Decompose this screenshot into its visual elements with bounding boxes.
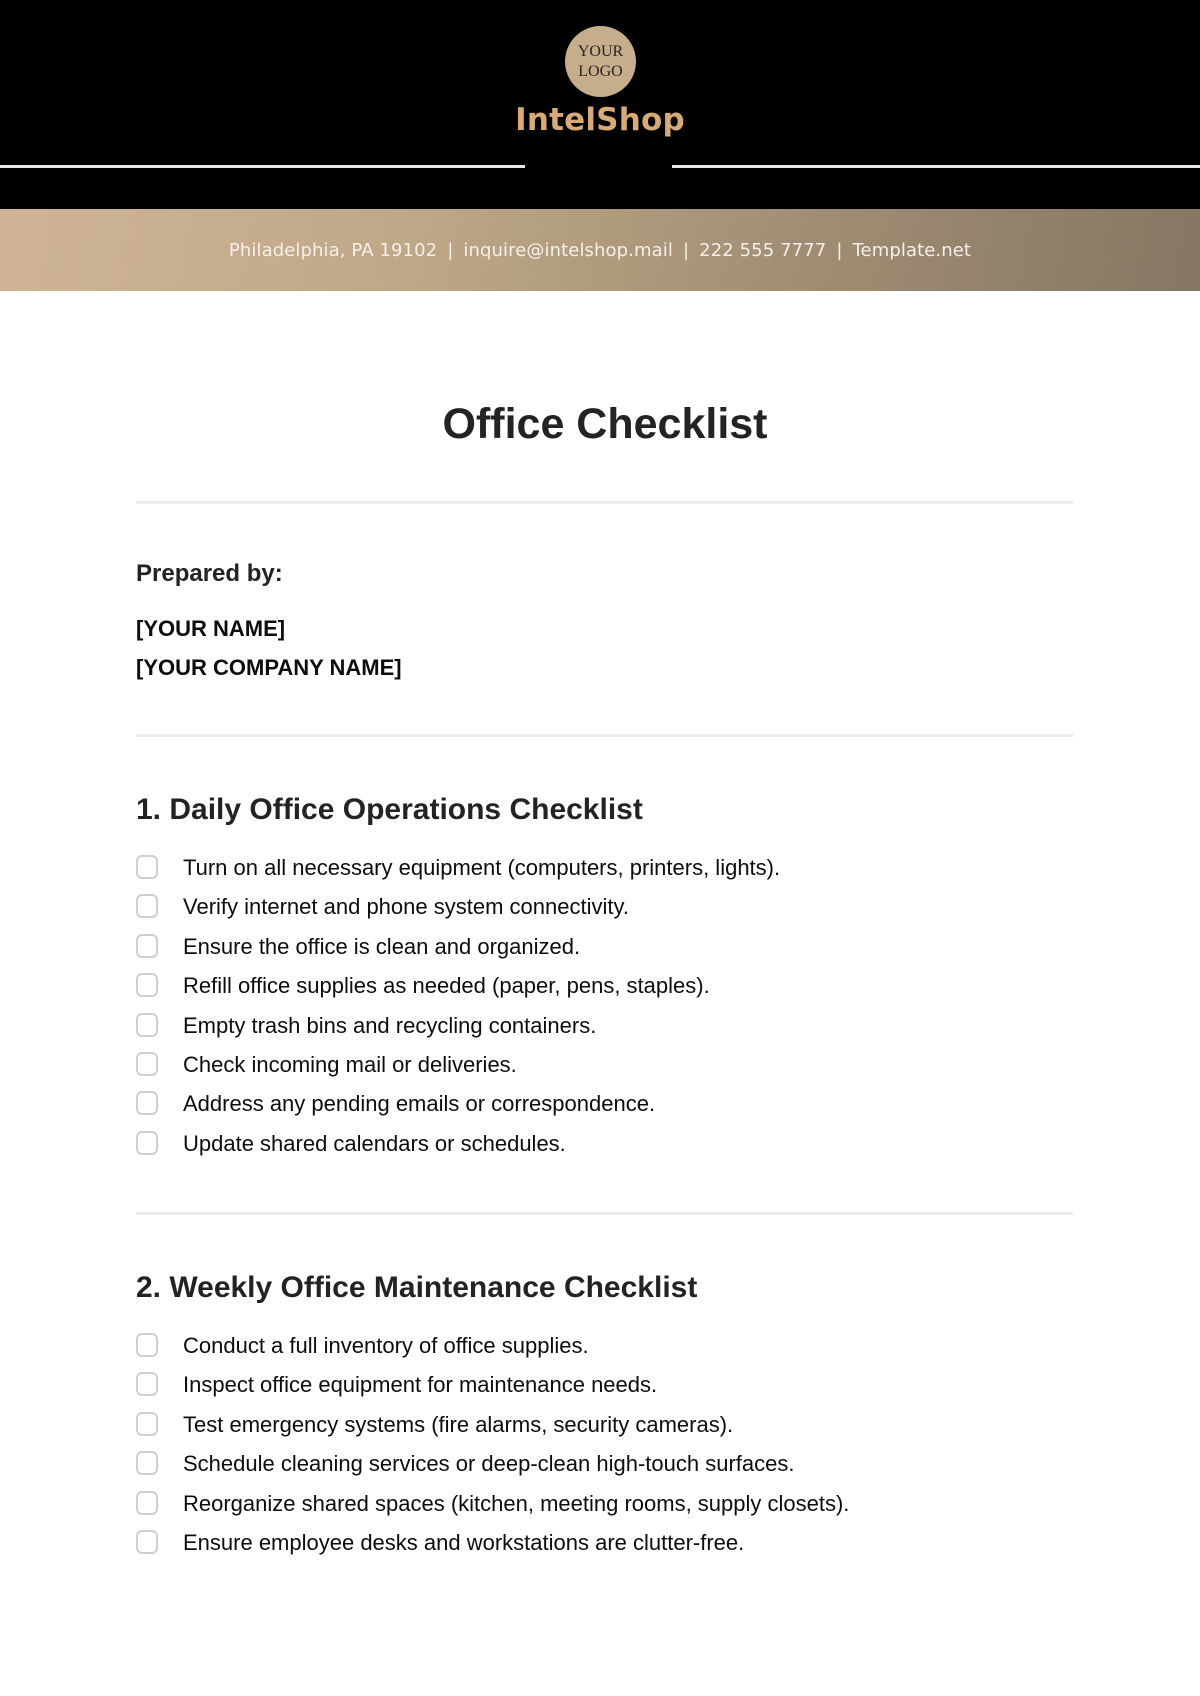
logo-line-1: YOUR: [577, 42, 624, 60]
divider: [136, 1212, 1073, 1215]
checklist-item-text: Turn on all necessary equipment (compute…: [183, 855, 781, 880]
checkbox[interactable]: [136, 855, 158, 879]
checklist-item-text: Schedule cleaning services or deep-clean…: [183, 1451, 795, 1477]
checklist-item[interactable]: Conduct a full inventory of office suppl…: [136, 1333, 1096, 1372]
contact-separator: |: [836, 239, 843, 261]
checklist-item[interactable]: Check incoming mail or deliveries.: [136, 1051, 1096, 1091]
checkbox[interactable]: [136, 1333, 158, 1357]
checkbox[interactable]: [136, 1372, 158, 1397]
contact-phone: 222 555 7777: [699, 239, 827, 261]
checkbox[interactable]: [136, 1490, 158, 1515]
header-rule-left: [0, 165, 525, 168]
checklist-item[interactable]: Ensure the office is clean and organized…: [136, 933, 1096, 973]
contact-email: inquire@intelshop.mail: [463, 239, 673, 261]
checklist-item[interactable]: Reorganize shared spaces (kitchen, meeti…: [136, 1490, 1096, 1530]
checklist-item-text: Inspect office equipment for maintenance…: [183, 1372, 658, 1398]
prepared-company: [YOUR COMPANY NAME]: [136, 655, 402, 680]
divider: [136, 501, 1073, 504]
checklist-weekly: Conduct a full inventory of office suppl…: [136, 1333, 1096, 1569]
checklist-item[interactable]: Test emergency systems (fire alarms, sec…: [136, 1411, 1096, 1451]
logo: YOUR LOGO: [565, 26, 636, 97]
checklist-item[interactable]: Verify internet and phone system connect…: [136, 894, 1096, 933]
checklist-item[interactable]: Inspect office equipment for maintenance…: [136, 1372, 1096, 1411]
section-title-daily: 1. Daily Office Operations Checklist: [136, 793, 643, 826]
checkbox[interactable]: [136, 1012, 158, 1037]
checklist-item[interactable]: Address any pending emails or correspond…: [136, 1091, 1096, 1130]
checklist-item-text: Conduct a full inventory of office suppl…: [183, 1333, 589, 1358]
checklist-item-text: Refill office supplies as needed (paper,…: [183, 973, 710, 999]
checklist-item-text: Empty trash bins and recycling container…: [183, 1012, 597, 1038]
checklist-item[interactable]: Empty trash bins and recycling container…: [136, 1012, 1096, 1052]
header: YOUR LOGO IntelShop: [0, 0, 1200, 210]
checkbox[interactable]: [136, 1411, 158, 1436]
contact-bar: Philadelphia, PA 19102 | inquire@intelsh…: [0, 209, 1200, 291]
checkbox[interactable]: [136, 1529, 158, 1554]
section-title-weekly: 2. Weekly Office Maintenance Checklist: [136, 1271, 698, 1304]
checklist-item[interactable]: Schedule cleaning services or deep-clean…: [136, 1451, 1096, 1490]
document-title: Office Checklist: [442, 400, 768, 448]
prepared-by-label: Prepared by:: [136, 560, 283, 587]
checklist-item-text: Update shared calendars or schedules.: [183, 1130, 566, 1156]
checklist-item-text: Verify internet and phone system connect…: [183, 894, 629, 920]
checklist-item[interactable]: Refill office supplies as needed (paper,…: [136, 973, 1096, 1012]
checkbox[interactable]: [136, 1091, 158, 1116]
brand-name: IntelShop: [515, 102, 685, 138]
checkbox[interactable]: [136, 973, 158, 998]
checkbox[interactable]: [136, 894, 158, 919]
checklist-daily: Turn on all necessary equipment (compute…: [136, 855, 1096, 1170]
checkbox[interactable]: [136, 933, 158, 958]
contact-separator: |: [447, 239, 454, 261]
checklist-item-text: Check incoming mail or deliveries.: [183, 1051, 517, 1077]
checklist-item-text: Address any pending emails or correspond…: [183, 1091, 656, 1117]
checklist-item[interactable]: Turn on all necessary equipment (compute…: [136, 855, 1096, 894]
checkbox[interactable]: [136, 1451, 158, 1476]
prepared-name: [YOUR NAME]: [136, 616, 286, 641]
checklist-item-text: Reorganize shared spaces (kitchen, meeti…: [183, 1490, 850, 1516]
checklist-item[interactable]: Ensure employee desks and workstations a…: [136, 1529, 1096, 1569]
checklist-item-text: Test emergency systems (fire alarms, sec…: [183, 1411, 734, 1437]
contact-website: Template.net: [852, 239, 972, 261]
checkbox[interactable]: [136, 1130, 158, 1155]
checklist-item-text: Ensure the office is clean and organized…: [183, 933, 581, 959]
logo-line-2: LOGO: [578, 62, 623, 80]
checklist-item[interactable]: Update shared calendars or schedules.: [136, 1130, 1096, 1170]
header-rule-right: [672, 165, 1200, 168]
contact-separator: |: [682, 239, 690, 261]
checkbox[interactable]: [136, 1051, 158, 1076]
divider: [136, 734, 1073, 737]
checklist-item-text: Ensure employee desks and workstations a…: [183, 1529, 745, 1555]
contact-address: Philadelphia, PA 19102: [228, 239, 438, 261]
